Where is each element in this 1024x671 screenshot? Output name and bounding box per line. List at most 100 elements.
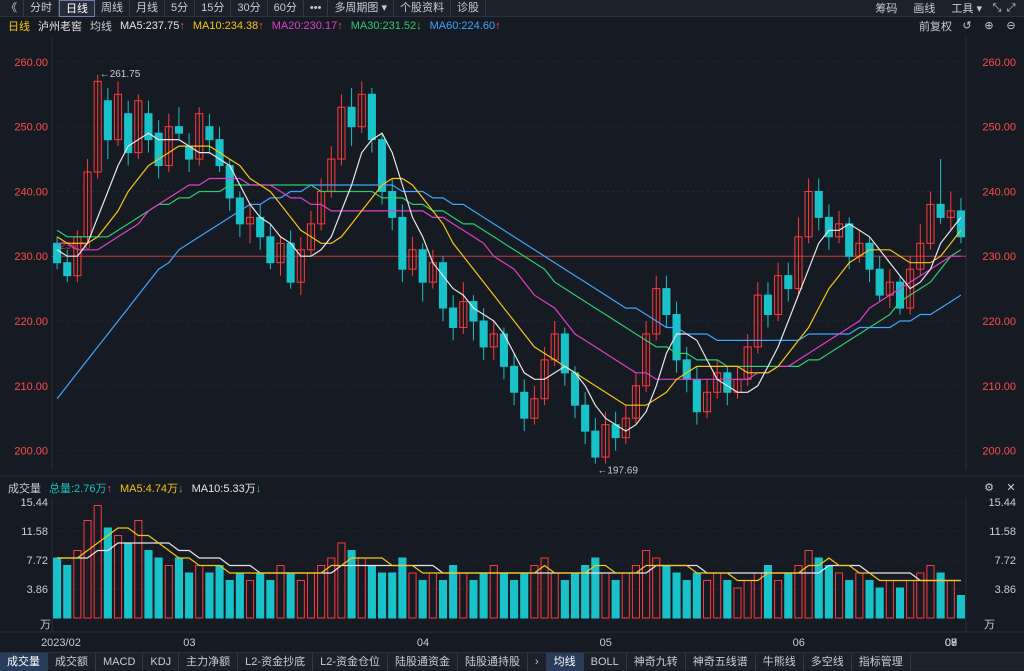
date-label: 04 (417, 637, 429, 649)
vol-legend-0: 总量:2.76万↑ (49, 480, 112, 496)
volume-bar (926, 565, 935, 619)
volume-bar (286, 572, 295, 619)
indicator-tab-13[interactable]: 神奇五线谱 (686, 652, 756, 671)
candle-body (763, 294, 773, 316)
indicator-tab-8[interactable]: 陆股通持股 (458, 652, 528, 671)
candle-body (479, 320, 488, 348)
stock-chart[interactable]: 200.00 200.00 210.00 210.00 220.00 220.00 230.… (0, 0, 1024, 652)
indicator-tab-12[interactable]: 神奇九转 (627, 652, 686, 671)
volume-legend-items: 总量:2.76万↑ MA5:4.74万↓ MA10:5.33万↓ (49, 480, 269, 496)
vol-legend-text: MA10:5.33万 (191, 482, 256, 495)
volume-bar (256, 572, 265, 619)
vol-legend-2: MA10:5.33万↓ (192, 480, 262, 496)
volume-bar (144, 550, 153, 619)
candle-body (347, 106, 356, 128)
date-label: 2023/02 (41, 637, 81, 649)
candle-body (286, 242, 295, 283)
volume-bar (875, 587, 884, 619)
indicator-tab-6[interactable]: L2-资金仓位 (313, 652, 388, 671)
volume-bar (235, 572, 244, 619)
settings-icon[interactable]: ⚙ (982, 481, 996, 494)
price-tick-right: 240.00 (982, 186, 1016, 198)
candle-body (520, 391, 529, 419)
candle-body (814, 190, 823, 218)
volume-bar (83, 520, 92, 619)
indicator-tab-15[interactable]: 多空线 (804, 652, 852, 671)
volume-bar (824, 565, 833, 619)
indicator-tab-11[interactable]: BOLL (584, 652, 627, 671)
volume-bar (73, 550, 82, 619)
volume-bar (702, 580, 712, 619)
close-icon[interactable]: ✕ (1004, 481, 1018, 494)
volume-bar (865, 580, 874, 619)
candle-body (144, 113, 153, 141)
volume-bar (642, 550, 651, 619)
volume-tick-right: 7.72 (995, 555, 1016, 567)
candle-body (784, 275, 793, 290)
date-label: 05 (600, 637, 612, 649)
indicator-tab-3[interactable]: KDJ (143, 652, 180, 671)
indicator-tab-7[interactable]: 陆股通资金 (388, 652, 458, 671)
indicator-tab-4[interactable]: 主力净额 (179, 652, 239, 671)
volume-bar (672, 572, 681, 619)
indicator-tab-5[interactable]: L2-资金抄底 (238, 652, 314, 671)
indicator-tab-16[interactable]: 指标管理 (852, 652, 911, 671)
candle-body (388, 190, 397, 218)
vol-legend-text: 总量:2.76万 (49, 482, 107, 495)
volume-bar (946, 580, 955, 619)
volume-bar (296, 580, 305, 619)
candle-body (438, 262, 448, 309)
volume-bar (814, 557, 823, 619)
volume-label: 成交量 (8, 482, 41, 495)
volume-bar (662, 565, 671, 619)
candle-body (591, 430, 600, 458)
candle-body (256, 216, 265, 238)
ma20-line (57, 177, 961, 380)
volume-bar (855, 572, 864, 619)
volume-bar (195, 565, 204, 619)
volume-bar (743, 580, 752, 619)
volume-tick-left: 7.72 (27, 555, 48, 567)
candle-body (570, 372, 580, 406)
candle-body (662, 288, 671, 316)
volume-bar (723, 580, 732, 619)
volume-bar (93, 505, 102, 619)
candle-body (845, 223, 854, 257)
indicator-tab-1[interactable]: 成交额 (48, 652, 96, 671)
candle-body (174, 126, 183, 134)
price-tick-left: 250.00 (14, 122, 48, 134)
volume-tick-right: 15.44 (988, 497, 1016, 509)
volume-bar (428, 572, 437, 619)
volume-bar (185, 572, 194, 619)
indicator-tab-2[interactable]: MACD (96, 652, 144, 671)
volume-bar (124, 542, 133, 619)
vol-legend-arrow: ↓ (255, 482, 262, 495)
volume-bar (550, 572, 559, 619)
candle-body (865, 242, 874, 270)
volume-bar (956, 595, 965, 619)
candle-body (398, 216, 407, 270)
candle-body (510, 365, 519, 393)
volume-unit-right: 万 (984, 619, 995, 631)
indicator-tab-9[interactable]: › (528, 652, 547, 671)
price-tick-left: 230.00 (14, 251, 48, 263)
indicator-tab-0[interactable]: 成交量 (0, 652, 48, 671)
volume-tick-left: 3.86 (27, 584, 48, 596)
volume-bar (225, 580, 234, 619)
volume-bar (266, 580, 275, 619)
candle-body (682, 359, 691, 380)
volume-bar (205, 572, 214, 619)
ma30-line (56, 184, 962, 367)
candle-body (367, 93, 376, 141)
indicator-tab-10[interactable]: 均线 (546, 652, 584, 671)
volume-bar (398, 557, 407, 619)
price-tick-right: 250.00 (982, 122, 1016, 134)
volume-bar (164, 565, 173, 619)
indicator-tab-14[interactable]: 牛熊线 (756, 652, 804, 671)
candle-body (449, 307, 458, 328)
volume-bar (804, 550, 813, 619)
candle-body (53, 242, 62, 264)
volume-bar (570, 572, 580, 619)
price-tick-left: 260.00 (14, 57, 48, 69)
price-tick-right: 220.00 (982, 316, 1016, 328)
